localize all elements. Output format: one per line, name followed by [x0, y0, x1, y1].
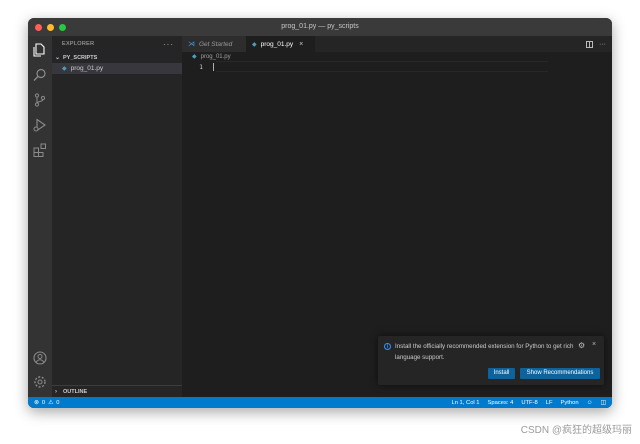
- language-mode[interactable]: Python: [561, 400, 579, 406]
- title-bar: prog_01.py — py_scripts: [28, 18, 612, 36]
- install-button[interactable]: Install: [488, 368, 515, 379]
- file-item-prog-01[interactable]: ◆ prog_01.py: [52, 63, 182, 74]
- run-debug-icon[interactable]: [32, 117, 48, 133]
- notification-close-icon[interactable]: ×: [592, 341, 596, 348]
- line-number: 1: [199, 62, 203, 71]
- outline-title: OUTLINE: [63, 388, 88, 395]
- notifications-bell-icon[interactable]: ◫: [601, 400, 606, 406]
- explorer-sidebar: EXPLORER ··· ⌄ PY_SCRIPTS ◆ prog_01.py ›…: [52, 36, 185, 397]
- close-icon[interactable]: ×: [299, 41, 303, 48]
- extension-recommendation-toast: i Install the officially recommended ext…: [378, 336, 604, 385]
- settings-gear-icon[interactable]: [32, 374, 48, 390]
- tab-get-started[interactable]: ⋊ Get Started: [182, 36, 246, 52]
- editor-line[interactable]: 1: [182, 61, 612, 72]
- vscode-icon: ⋊: [188, 41, 195, 48]
- tab-label: Get Started: [199, 40, 233, 48]
- file-name: prog_01.py: [70, 65, 104, 72]
- status-right-group: Ln 1, Col 1 Spaces: 4 UTF-8 LF Python ☺ …: [452, 397, 607, 408]
- extensions-icon[interactable]: [32, 142, 48, 158]
- outline-section[interactable]: › OUTLINE: [52, 385, 185, 397]
- files-icon[interactable]: [32, 42, 48, 58]
- text-cursor: [213, 62, 214, 71]
- warning-count: 0: [56, 399, 60, 406]
- activity-bar: [28, 36, 52, 397]
- explorer-more-actions-icon[interactable]: ···: [163, 40, 174, 49]
- error-count: 0: [41, 399, 46, 406]
- tab-label: prog_01.py: [260, 40, 294, 48]
- end-of-line-setting[interactable]: LF: [546, 400, 553, 406]
- cursor-position[interactable]: Ln 1, Col 1: [452, 400, 480, 406]
- status-bar: ⊗ 0 ⚠ 0 Ln 1, Col 1 Spaces: 4 UTF-8 LF P…: [28, 397, 612, 408]
- breadcrumb-file: prog_01.py: [200, 53, 231, 60]
- window-title: prog_01.py — py_scripts: [281, 23, 359, 30]
- explorer-title: EXPLORER: [62, 41, 95, 47]
- account-icon[interactable]: [32, 350, 48, 366]
- python-file-icon: ◆: [252, 41, 257, 48]
- tab-prog-01[interactable]: ◆ prog_01.py ×: [246, 36, 315, 52]
- chevron-down-icon: ⌄: [55, 55, 61, 61]
- feedback-icon[interactable]: ☺: [587, 400, 593, 406]
- error-icon: ⊗: [34, 399, 39, 406]
- notification-message: Install the officially recommended exten…: [395, 343, 574, 361]
- problems-indicator[interactable]: ⊗ 0 ⚠ 0: [28, 400, 60, 406]
- explorer-header: EXPLORER ···: [52, 36, 182, 52]
- python-file-icon: ◆: [192, 54, 197, 60]
- split-editor-icon[interactable]: [586, 40, 593, 48]
- chevron-right-icon: ›: [55, 388, 57, 395]
- warning-icon: ⚠: [48, 399, 54, 406]
- indentation-setting[interactable]: Spaces: 4: [488, 400, 514, 406]
- tab-bar: ⋊ Get Started ◆ prog_01.py × ···: [182, 36, 612, 52]
- watermark: CSDN @疯狂的超级玛丽: [520, 425, 632, 436]
- breadcrumb[interactable]: ◆ prog_01.py: [182, 52, 612, 61]
- file-encoding[interactable]: UTF-8: [521, 400, 537, 406]
- source-control-icon[interactable]: [32, 92, 48, 108]
- python-file-icon: ◆: [62, 66, 67, 72]
- notification-settings-gear-icon[interactable]: ⚙: [578, 341, 585, 350]
- info-icon: i: [384, 343, 391, 350]
- show-recommendations-button[interactable]: Show Recommendations: [520, 368, 600, 379]
- folder-section-py-scripts[interactable]: ⌄ PY_SCRIPTS: [52, 52, 182, 63]
- more-actions-icon[interactable]: ···: [599, 41, 606, 48]
- search-icon[interactable]: [32, 67, 48, 83]
- folder-name: PY_SCRIPTS: [63, 54, 98, 61]
- vscode-window: prog_01.py — py_scripts EXPLORER ··· ⌄ P…: [28, 18, 612, 408]
- current-line-highlight: [216, 61, 548, 72]
- editor-actions: ···: [586, 36, 606, 52]
